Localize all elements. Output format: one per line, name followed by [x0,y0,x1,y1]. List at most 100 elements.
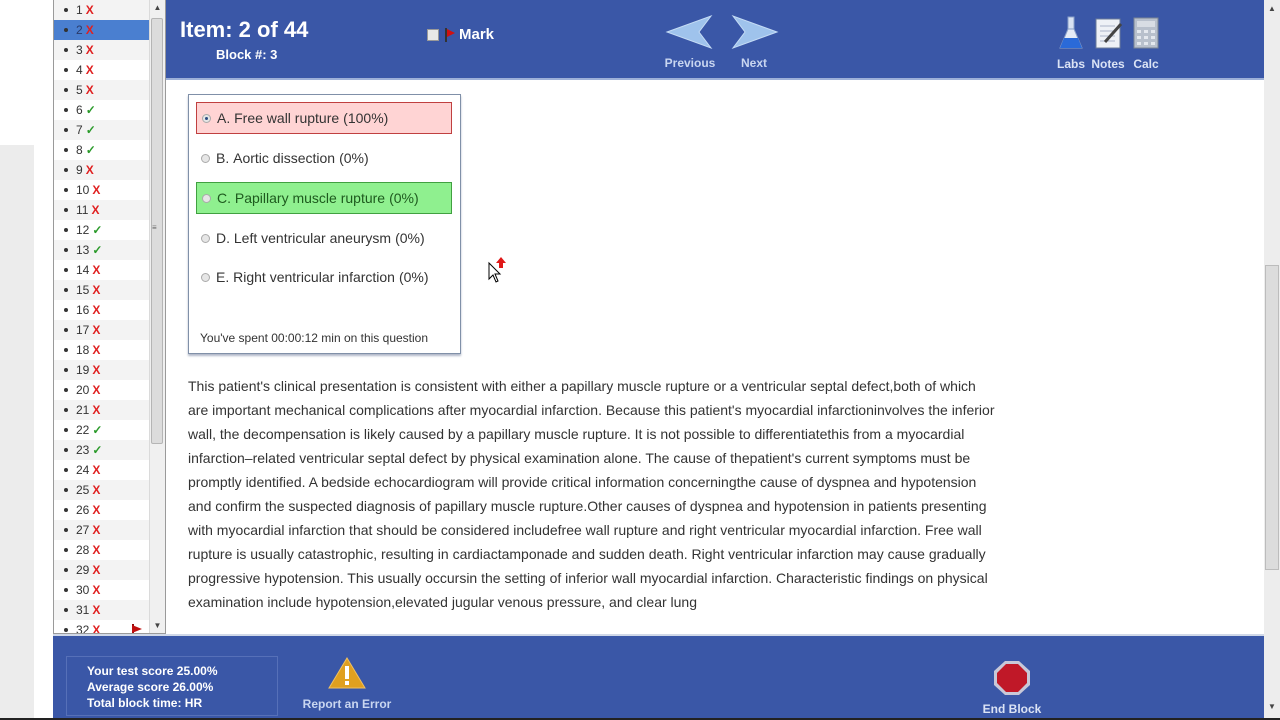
question-list-item[interactable]: 6 ✓ [54,100,152,120]
question-content: A. Free wall rupture (100%) B. Aortic dis… [166,80,1264,634]
question-number: 2 [76,22,83,37]
question-number: 15 [76,282,90,297]
question-list-item[interactable]: 20 X [54,380,152,400]
question-number: 30 [76,582,90,597]
answer-option-c[interactable]: C. Papillary muscle rupture (0%) [196,182,452,214]
option-letter: A. [217,110,231,126]
question-list-item[interactable]: 18 X [54,340,152,360]
question-list-item[interactable]: 32 X [54,620,152,634]
previous-arrow-icon [665,14,713,50]
question-list-item[interactable]: 4X [54,60,152,80]
answer-option-a[interactable]: A. Free wall rupture (100%) [196,102,452,134]
question-list-item[interactable]: 19 X [54,360,152,380]
end-block-button[interactable]: End Block [981,660,1043,716]
labs-label: Labs [1056,57,1085,71]
question-number: 20 [76,382,90,397]
question-list-item[interactable]: 1X [54,0,152,20]
main-scroll-thumb[interactable] [1265,265,1279,570]
question-list-item[interactable]: 23 ✓ [54,440,152,460]
notes-button[interactable]: Notes [1088,16,1128,71]
incorrect-x-icon: X [91,202,100,217]
question-list-scrollbar[interactable]: ▲ ≡ ▼ [149,0,165,633]
question-list-item[interactable]: 15 X [54,280,152,300]
question-list-item[interactable]: 10 X [54,180,152,200]
answer-option-b[interactable]: B. Aortic dissection (0%) [196,142,452,174]
answer-option-d[interactable]: D. Left ventricular aneurysm (0%) [196,222,452,254]
question-list-item[interactable]: 13 ✓ [54,240,152,260]
question-list-item[interactable]: 9X [54,160,152,180]
radio-button[interactable] [201,272,210,282]
calc-button[interactable]: Calc [1126,16,1166,71]
option-percent: (100%) [343,110,389,126]
incorrect-x-icon: X [92,302,101,317]
question-list-item[interactable]: 17 X [54,320,152,340]
question-list-item[interactable]: 31 X [54,600,152,620]
question-list-item[interactable]: 24 X [54,460,152,480]
bullet-icon [64,108,68,112]
question-list-item[interactable]: 5X [54,80,152,100]
bullet-icon [64,308,68,312]
question-number: 32 [76,622,90,634]
header-bar: Item: 2 of 44 Block #: 3 Mark Previous N… [166,0,1264,80]
question-list-item[interactable]: 25 X [54,480,152,500]
question-list-item[interactable]: 30 X [54,580,152,600]
question-list-item[interactable]: 21 X [54,400,152,420]
previous-label: Previous [664,56,716,70]
question-list-item[interactable]: 7 ✓ [54,120,152,140]
correct-check-icon: ✓ [92,442,103,457]
bullet-icon [64,148,68,152]
mark-toggle[interactable]: Mark [427,26,494,43]
bullet-icon [64,608,68,612]
answer-choices-panel: A. Free wall rupture (100%) B. Aortic dis… [188,94,461,354]
option-text: Papillary muscle rupture [234,190,386,206]
question-list-item[interactable]: 12 ✓ [54,220,152,240]
question-list-item[interactable]: 29 X [54,560,152,580]
bullet-icon [64,288,68,292]
average-score: Average score 26.00% [87,680,214,694]
labs-button[interactable]: Labs [1051,16,1091,71]
option-letter: B. [216,150,230,166]
radio-button[interactable] [201,153,210,163]
question-number: 11 [76,202,89,217]
question-number: 23 [76,442,90,457]
correct-check-icon: ✓ [85,142,96,157]
scroll-down-arrow[interactable]: ▼ [150,618,165,633]
radio-button[interactable] [202,193,211,203]
mark-checkbox[interactable] [427,28,439,41]
question-list-item[interactable]: 8 ✓ [54,140,152,160]
main-scroll-up-arrow[interactable]: ▲ [1264,2,1280,16]
end-block-label: End Block [982,702,1042,716]
bullet-icon [64,508,68,512]
correct-check-icon: ✓ [92,222,103,237]
main-scroll-down-arrow[interactable]: ▼ [1264,700,1280,714]
question-list-item[interactable]: 27 X [54,520,152,540]
report-error-button[interactable]: Report an Error [299,656,395,711]
question-list-item[interactable]: 11 X [54,200,152,220]
question-list-item[interactable]: 14 X [54,260,152,280]
bullet-icon [64,468,68,472]
question-list-item[interactable]: 16 X [54,300,152,320]
incorrect-x-icon: X [92,362,101,377]
scroll-up-arrow[interactable]: ▲ [150,0,165,16]
question-list-item[interactable]: 26 X [54,500,152,520]
incorrect-x-icon: X [92,402,101,417]
question-number: 9 [76,162,83,177]
question-list-item[interactable]: 2X [54,20,152,40]
radio-button[interactable] [202,113,211,123]
radio-button[interactable] [201,233,210,243]
question-list-item[interactable]: 22 ✓ [54,420,152,440]
answer-option-e[interactable]: E. Right ventricular infarction (0%) [196,261,452,293]
option-letter: E. [216,269,230,285]
previous-button[interactable]: Previous [662,14,718,70]
stop-sign-icon [994,661,1030,695]
question-number: 4 [76,62,83,77]
bullet-icon [64,88,68,92]
bullet-icon [64,28,68,32]
bullet-icon [64,368,68,372]
main-scrollbar[interactable]: ▲ ▼ [1264,0,1280,720]
question-list-item[interactable]: 28 X [54,540,152,560]
next-button[interactable]: Next [726,14,782,70]
question-list-item[interactable]: 3X [54,40,152,60]
incorrect-x-icon: X [92,382,101,397]
incorrect-x-icon: X [92,582,101,597]
